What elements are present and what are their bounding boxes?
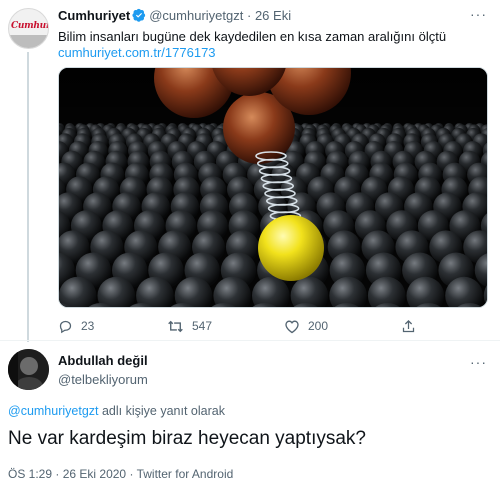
avatar-logo-strip xyxy=(9,35,48,48)
share-icon xyxy=(402,319,415,332)
author-handle[interactable]: @cumhuriyetgzt xyxy=(149,8,243,23)
reply-count: 23 xyxy=(81,319,95,333)
replying-to-line: @cumhuriyetgzt adlı kişiye yanıt olarak xyxy=(8,404,225,418)
original-tweet[interactable]: Cumhuriyet Cumhuriyet @cumhuriyetgzt · 26… xyxy=(0,0,500,342)
tweet-meta: ÖS 1:29 · 26 Eki 2020 · Twitter for Andr… xyxy=(8,467,233,481)
tweet-divider xyxy=(0,340,500,341)
reply-author-avatar[interactable] xyxy=(8,349,49,390)
reply-time[interactable]: ÖS 1:29 xyxy=(8,467,52,481)
reply-to-suffix: adlı kişiye yanıt olarak xyxy=(98,404,225,418)
tweet-header: Cumhuriyet @cumhuriyetgzt · 26 Eki xyxy=(58,8,291,25)
separator-dot: · xyxy=(55,467,60,481)
like-action[interactable]: 200 xyxy=(284,316,328,336)
thread-connector-line xyxy=(27,52,29,342)
tweet-link[interactable]: cumhuriyet.com.tr/1776173 xyxy=(58,45,216,60)
reply-icon xyxy=(59,320,72,333)
reply-action[interactable]: 23 xyxy=(58,316,94,336)
share-action[interactable] xyxy=(401,316,424,336)
tweet-text: Bilim insanları bugüne dek kaydedilen en… xyxy=(58,29,447,44)
tweet-media-image[interactable] xyxy=(58,67,488,308)
separator-dot: · xyxy=(246,8,252,23)
reply-source[interactable]: Twitter for Android xyxy=(137,467,234,481)
tweet-date[interactable]: 26 Eki xyxy=(255,8,291,23)
avatar-logo-text: Cumhuriyet xyxy=(11,21,48,31)
reply-author-name[interactable]: Abdullah değil xyxy=(58,353,148,368)
atom-illustration xyxy=(59,68,487,307)
reply-author-handle[interactable]: @telbekliyorum xyxy=(58,372,148,387)
reply-text: Ne var kardeşim biraz heyecan yaptıysak? xyxy=(8,428,366,449)
like-count: 200 xyxy=(308,319,329,333)
retweet-count: 547 xyxy=(192,319,213,333)
author-avatar[interactable]: Cumhuriyet xyxy=(8,8,49,49)
reply-to-mention[interactable]: @cumhuriyetgzt xyxy=(8,404,99,418)
heart-icon xyxy=(285,319,299,333)
retweet-icon xyxy=(168,320,183,332)
more-icon[interactable]: ··· xyxy=(470,6,487,22)
author-name[interactable]: Cumhuriyet xyxy=(58,8,130,23)
separator-dot: · xyxy=(129,467,134,481)
more-icon[interactable]: ··· xyxy=(470,354,487,370)
reply-date[interactable]: 26 Eki 2020 xyxy=(63,467,126,481)
verified-badge-icon xyxy=(132,8,146,25)
retweet-action[interactable]: 547 xyxy=(167,316,212,336)
avatar-photo xyxy=(8,349,49,390)
